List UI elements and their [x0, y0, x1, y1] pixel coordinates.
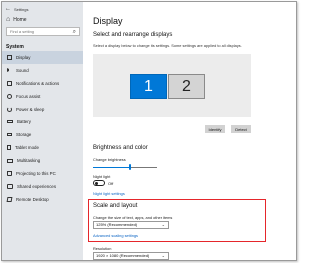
power-icon — [7, 106, 12, 112]
search-input[interactable]: Find a setting ⌕ — [6, 27, 80, 36]
sidebar-item-projecting[interactable]: Projecting to this PC — [2, 167, 83, 180]
brightness-heading: Brightness and color — [93, 145, 148, 151]
brightness-slider[interactable] — [93, 164, 157, 170]
sidebar-item-label: Tablet mode — [15, 145, 39, 151]
night-light-toggle[interactable] — [93, 180, 105, 186]
sidebar-item-storage[interactable]: Storage — [2, 128, 83, 141]
search-icon: ⌕ — [72, 29, 76, 35]
sidebar-item-sound[interactable]: Sound — [2, 64, 83, 77]
sidebar-item-label: Remote Desktop — [16, 196, 49, 202]
sidebar-item-focus-assist[interactable]: Focus assist — [2, 90, 83, 103]
speaker-icon — [7, 68, 12, 73]
scale-label: Change the size of text, apps, and other… — [93, 215, 173, 220]
display-arrangement: 1 2 — [93, 54, 251, 117]
night-light-settings-link[interactable]: Night light settings — [93, 191, 125, 196]
projector-icon — [7, 170, 12, 176]
sidebar-item-shared-experiences[interactable]: Shared experiences — [2, 180, 83, 193]
tablet-icon — [7, 145, 11, 151]
chevron-down-icon: ⌄ — [161, 222, 165, 227]
sidebar-item-label: Battery — [17, 119, 31, 125]
notifications-icon — [7, 80, 12, 86]
monitor-1[interactable]: 1 — [130, 74, 167, 99]
sidebar-item-label: Multitasking — [17, 158, 41, 164]
search-placeholder: Find a setting — [10, 29, 35, 34]
main-panel: Display Select and rearrange displays Se… — [83, 2, 296, 260]
sidebar-item-label: Notifications & actions — [16, 80, 60, 86]
night-light-state: Off — [108, 181, 114, 186]
sidebar-item-tablet-mode[interactable]: Tablet mode — [2, 141, 83, 154]
remote-desktop-icon — [6, 196, 13, 202]
sidebar-item-label: Power & sleep — [16, 106, 45, 112]
slider-thumb[interactable] — [129, 164, 131, 170]
scale-value: 125% (Recommended) — [96, 222, 138, 227]
scale-dropdown[interactable]: 125% (Recommended) ⌄ — [93, 221, 169, 229]
sidebar-nav: Display Sound Notifications & actions Fo… — [2, 51, 83, 206]
night-light-label: Night light — [93, 174, 111, 179]
chevron-down-icon: ⌄ — [161, 253, 165, 258]
slider-track — [130, 166, 157, 168]
resolution-value: 1920 × 1080 (Recommended) — [96, 253, 150, 258]
display-icon — [7, 54, 12, 60]
detect-button[interactable]: Detect — [231, 125, 251, 133]
arrange-description: Select a display below to change its set… — [93, 43, 242, 48]
home-icon: ⌂ — [6, 16, 11, 23]
toggle-knob — [95, 181, 98, 185]
sidebar-item-notifications[interactable]: Notifications & actions — [2, 77, 83, 90]
sidebar-item-remote-desktop[interactable]: Remote Desktop — [2, 193, 83, 206]
home-link[interactable]: ⌂ Home — [6, 16, 27, 23]
identify-button[interactable]: Identify — [205, 125, 225, 133]
sidebar: ← Settings ⌂ Home Find a setting ⌕ Syste… — [2, 2, 83, 260]
sidebar-item-label: Storage — [16, 132, 32, 138]
settings-window: ← Settings ⌂ Home Find a setting ⌕ Syste… — [1, 1, 297, 261]
brightness-label: Change brightness — [93, 157, 126, 162]
storage-icon — [7, 133, 12, 137]
sidebar-item-multitasking[interactable]: Multitasking — [2, 154, 83, 167]
shared-icon — [7, 183, 13, 189]
battery-icon — [7, 120, 13, 124]
page-title: Display — [93, 16, 123, 26]
sidebar-item-power-sleep[interactable]: Power & sleep — [2, 103, 83, 116]
sidebar-item-label: Sound — [16, 67, 29, 73]
sidebar-item-label: Focus assist — [16, 93, 41, 99]
moon-icon — [7, 93, 12, 99]
home-label: Home — [13, 16, 27, 23]
title-bar: ← Settings — [5, 5, 28, 13]
window-title: Settings — [14, 6, 29, 12]
sidebar-item-label: Projecting to this PC — [16, 170, 56, 176]
advanced-scaling-link[interactable]: Advanced scaling settings — [93, 233, 138, 238]
sidebar-item-label: Shared experiences — [17, 183, 57, 189]
resolution-label: Resolution — [93, 246, 112, 251]
monitor-2[interactable]: 2 — [168, 74, 205, 99]
back-arrow-icon[interactable]: ← — [5, 6, 11, 12]
arrange-heading: Select and rearrange displays — [93, 32, 173, 38]
sidebar-item-display[interactable]: Display — [2, 51, 83, 64]
scale-heading: Scale and layout — [93, 203, 138, 209]
section-heading: System — [6, 44, 24, 50]
sidebar-item-label: Display — [16, 54, 31, 60]
resolution-dropdown[interactable]: 1920 × 1080 (Recommended) ⌄ — [93, 252, 169, 260]
multitasking-icon — [7, 158, 13, 163]
sidebar-item-battery[interactable]: Battery — [2, 115, 83, 128]
slider-fill — [93, 166, 130, 168]
